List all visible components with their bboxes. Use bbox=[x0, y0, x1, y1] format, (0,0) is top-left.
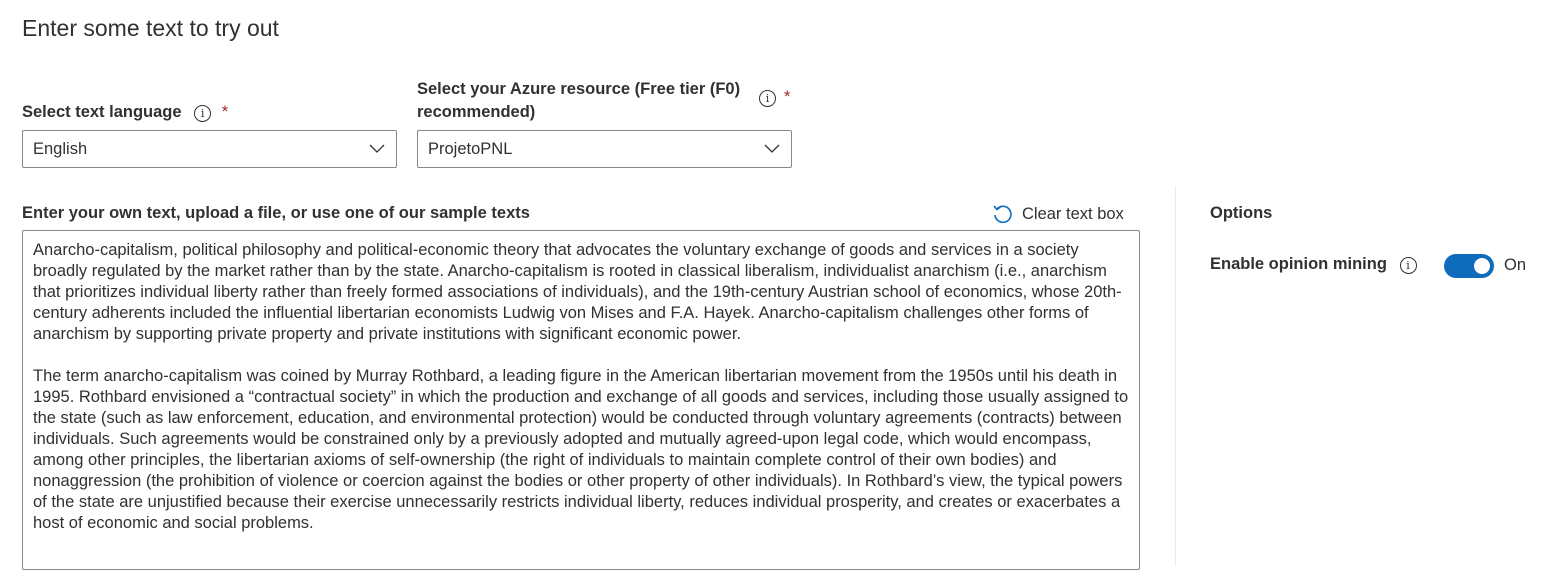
resource-label-line2: recommended) bbox=[417, 103, 536, 121]
language-dropdown[interactable]: English bbox=[22, 130, 397, 168]
options-heading: Options bbox=[1210, 204, 1273, 222]
info-icon[interactable]: i bbox=[1399, 257, 1417, 274]
page-title: Enter some text to try out bbox=[22, 15, 279, 41]
textbox-label: Enter your own text, upload a file, or u… bbox=[22, 204, 530, 222]
resource-dropdown[interactable]: ProjetoPNL bbox=[417, 130, 792, 168]
resource-label: Select your Azure resource (Free tier (F… bbox=[417, 78, 740, 124]
required-marker: * bbox=[221, 103, 229, 121]
resource-selected-value: ProjetoPNL bbox=[428, 140, 513, 158]
language-label-row: Select text language i * bbox=[22, 101, 228, 124]
opinion-mining-toggle[interactable] bbox=[1444, 254, 1494, 278]
language-label: Select text language bbox=[22, 103, 182, 121]
toggle-state-label: On bbox=[1504, 256, 1527, 274]
opinion-mining-label-row: Enable opinion mining i bbox=[1210, 253, 1417, 276]
divider bbox=[1175, 186, 1176, 566]
chevron-down-icon bbox=[369, 144, 385, 153]
info-icon[interactable]: i bbox=[194, 105, 212, 122]
clear-text-label: Clear text box bbox=[1022, 204, 1124, 223]
required-marker: * bbox=[784, 88, 791, 106]
resource-label-line1: Select your Azure resource (Free tier (F… bbox=[417, 80, 741, 98]
opinion-mining-label: Enable opinion mining bbox=[1210, 255, 1387, 273]
clear-text-button[interactable]: Clear text box bbox=[991, 203, 1124, 225]
chevron-down-icon bbox=[764, 144, 780, 153]
toggle-knob bbox=[1474, 258, 1490, 274]
undo-icon bbox=[993, 205, 1012, 224]
text-input-area[interactable]: Anarcho-capitalism, political philosophy… bbox=[22, 230, 1140, 570]
text-paragraph: The term anarcho-capitalism was coined b… bbox=[33, 367, 1129, 532]
text-paragraph: Anarcho-capitalism, political philosophy… bbox=[33, 241, 1122, 343]
language-selected-value: English bbox=[33, 140, 88, 158]
info-icon[interactable]: i bbox=[759, 90, 776, 107]
